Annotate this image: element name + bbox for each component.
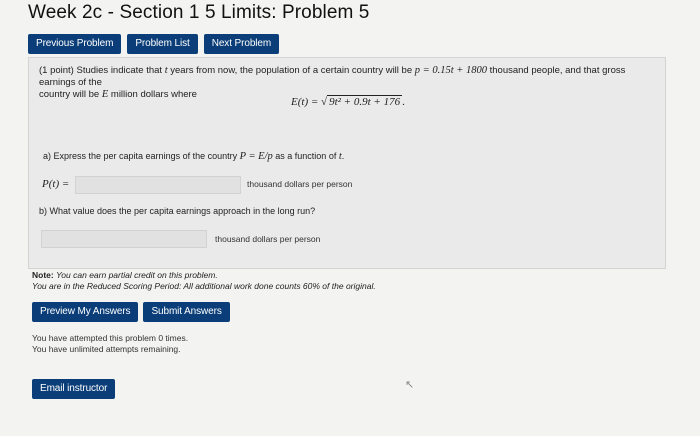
problem-navigation: Previous Problem Problem List Next Probl… — [28, 34, 280, 54]
next-problem-button[interactable]: Next Problem — [203, 34, 280, 54]
pt-label: P(t) = — [42, 178, 70, 190]
part-a-question: a) Express the per capita earnings of th… — [43, 151, 345, 162]
problem-list-button[interactable]: Problem List — [127, 34, 198, 54]
part-b-question: b) What value does the per capita earnin… — [39, 206, 316, 216]
earnings-radicand: 9t² + 0.9t + 176 — [327, 95, 403, 108]
problem-panel: (1 point) Studies indicate that t years … — [28, 57, 666, 269]
part-b-answer-input[interactable] — [41, 230, 207, 248]
credit-note: Note: You can earn partial credit on thi… — [32, 270, 376, 291]
page-title: Week 2c - Section 1 5 Limits: Problem 5 — [28, 2, 370, 23]
mouse-cursor-icon: ↖ — [405, 379, 415, 391]
part-a-answer-input[interactable] — [75, 176, 241, 194]
answer-actions: Preview My Answers Submit Answers — [32, 302, 230, 322]
email-instructor-button[interactable]: Email instructor — [32, 379, 116, 399]
submit-answers-button[interactable]: Submit Answers — [143, 302, 230, 322]
population-formula: p = 0.15t + 1800 — [414, 65, 487, 76]
earnings-formula: E(t) = √ 9t² + 0.9t + 176. — [291, 95, 405, 108]
attempts-info: You have attempted this problem 0 times.… — [32, 333, 189, 354]
part-b-unit: thousand dollars per person — [215, 234, 321, 244]
email-instructor-area: Email instructor — [32, 378, 116, 399]
preview-answers-button[interactable]: Preview My Answers — [32, 302, 139, 322]
part-a-unit: thousand dollars per person — [247, 179, 353, 189]
previous-problem-button[interactable]: Previous Problem — [28, 34, 122, 54]
variable-E: E — [101, 89, 109, 100]
variable-t: t — [164, 65, 168, 76]
